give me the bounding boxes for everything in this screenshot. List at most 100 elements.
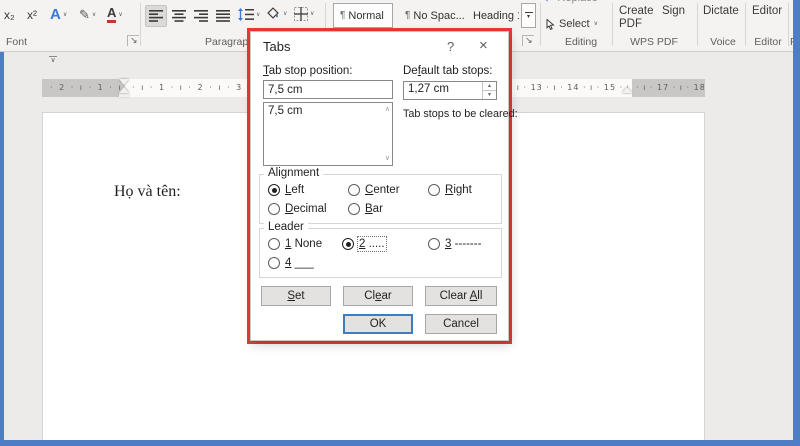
ok-button[interactable]: OK bbox=[343, 314, 413, 334]
align-right-button[interactable] bbox=[190, 5, 212, 27]
group-separator bbox=[745, 3, 746, 46]
ruler-ticks: · 2 · ı · 1 · ı bbox=[50, 83, 123, 92]
font-color-button[interactable]: A ∨ bbox=[107, 5, 123, 24]
align-center-icon bbox=[172, 10, 186, 22]
editor-button[interactable]: Editor bbox=[752, 5, 782, 18]
close-icon[interactable]: × bbox=[479, 37, 488, 54]
cancel-button[interactable]: Cancel bbox=[425, 314, 497, 334]
font-color-icon: A bbox=[107, 5, 117, 24]
spin-down-icon[interactable]: ▼ bbox=[483, 91, 496, 99]
chevron-down-icon: ∨ bbox=[283, 11, 288, 17]
text-effects-button[interactable]: A ∨ bbox=[50, 6, 67, 23]
clear-button[interactable]: Clear bbox=[343, 286, 413, 306]
scroll-down-icon[interactable]: ∨ bbox=[385, 155, 390, 162]
list-item[interactable]: 7,5 cm bbox=[264, 103, 392, 119]
help-icon[interactable]: ? bbox=[447, 39, 454, 54]
left-indent-marker[interactable] bbox=[119, 93, 129, 97]
first-line-indent-marker[interactable] bbox=[119, 79, 129, 85]
chevron-down-icon: ∨ bbox=[91, 12, 97, 18]
default-tab-stops-spinner[interactable]: 1,27 cm ▲ ▼ bbox=[403, 81, 497, 100]
align-left-icon bbox=[149, 10, 163, 22]
chevron-down-icon: ∨ bbox=[118, 11, 123, 18]
dialog-title: Tabs bbox=[263, 39, 291, 54]
style-heading-1[interactable]: Heading 1 bbox=[467, 3, 519, 28]
tab-stop-position-input[interactable] bbox=[263, 80, 393, 99]
borders-button[interactable]: ∨ bbox=[294, 7, 314, 21]
window-border-left bbox=[0, 52, 4, 446]
pilcrow-icon: ¶ bbox=[405, 10, 411, 21]
replace-icon: ⇄ bbox=[545, 0, 553, 4]
document-text: Họ và tên: bbox=[114, 183, 181, 200]
shading-button[interactable]: ∨ bbox=[266, 7, 287, 21]
select-button[interactable]: Select ∨ bbox=[546, 18, 598, 30]
chevron-down-icon: ∨ bbox=[593, 21, 598, 27]
group-separator bbox=[612, 3, 613, 46]
align-right-icon bbox=[194, 10, 208, 22]
radio-icon bbox=[268, 184, 280, 196]
group-separator bbox=[140, 3, 141, 46]
voice-group-label: Voice bbox=[710, 36, 736, 48]
subscript-button[interactable]: x₂ bbox=[4, 8, 15, 22]
radio-leader-none[interactable]: 1 None bbox=[268, 238, 322, 250]
text-effects-icon: A bbox=[50, 6, 61, 23]
tab-stop-list[interactable]: 7,5 cm ∧ ∨ bbox=[263, 102, 393, 166]
radio-leader-dashes[interactable]: 3 ------- bbox=[428, 238, 481, 250]
highlight-annotation: Tabs ? × Tab stop position: 7,5 cm ∧ ∨ D… bbox=[247, 28, 518, 344]
more-arrow-icon: ▾ bbox=[526, 13, 530, 20]
superscript-icon: x² bbox=[27, 8, 37, 22]
pilcrow-icon: ¶ bbox=[340, 10, 346, 21]
tab-stop-position-label: Tab stop position: bbox=[263, 65, 353, 77]
font-dialog-launcher-icon[interactable]: ↘ bbox=[127, 35, 139, 46]
replace-button[interactable]: ⇄ Replace bbox=[545, 0, 598, 4]
radio-icon bbox=[268, 238, 280, 250]
default-tab-stops-label: Default tab stops: bbox=[403, 65, 493, 77]
highlight-pen-icon: ✎ bbox=[79, 7, 90, 22]
radio-icon bbox=[348, 184, 360, 196]
radio-center[interactable]: Center bbox=[348, 184, 400, 196]
chevron-down-icon: ∨ bbox=[256, 11, 261, 18]
clear-all-button[interactable]: Clear All bbox=[425, 286, 497, 306]
radio-bar[interactable]: Bar bbox=[348, 203, 383, 215]
style-normal[interactable]: ¶ Normal bbox=[333, 3, 393, 28]
editor-group-label: Editor bbox=[754, 36, 782, 48]
window-border-right bbox=[793, 0, 800, 446]
right-indent-marker[interactable] bbox=[622, 87, 632, 93]
radio-decimal[interactable]: Decimal bbox=[268, 203, 327, 215]
spin-up-icon[interactable]: ▲ bbox=[483, 82, 496, 91]
styles-dialog-launcher-icon[interactable]: ↘ bbox=[522, 35, 534, 46]
sign-button[interactable]: Sign bbox=[662, 5, 685, 18]
line-spacing-button[interactable]: ∨ bbox=[238, 8, 260, 21]
radio-icon bbox=[342, 238, 354, 250]
group-separator bbox=[697, 3, 698, 46]
ruler-ticks: · ı · 1 · ı · 2 · ı · 3 · bbox=[132, 83, 248, 92]
style-no-spacing[interactable]: ¶ No Spac... bbox=[399, 3, 465, 28]
tab-stops-cleared-label: Tab stops to be cleared: bbox=[403, 108, 518, 120]
collapse-ribbon-button[interactable]: ∨ bbox=[46, 56, 60, 69]
borders-grid-icon bbox=[294, 7, 308, 21]
wps-pdf-group-label: WPS PDF bbox=[630, 36, 678, 48]
shading-bucket-icon bbox=[267, 7, 279, 19]
group-separator bbox=[540, 3, 541, 46]
superscript-button[interactable]: x² bbox=[27, 8, 37, 22]
radio-right[interactable]: Right bbox=[428, 184, 472, 196]
more-bar-icon bbox=[524, 11, 533, 13]
scroll-up-icon[interactable]: ∧ bbox=[385, 106, 390, 113]
set-button[interactable]: Set bbox=[261, 286, 331, 306]
dictate-button[interactable]: Dictate bbox=[703, 5, 739, 18]
radio-leader-underline[interactable]: 4 ___ bbox=[268, 257, 314, 269]
radio-icon bbox=[268, 203, 280, 215]
font-group-label: Font bbox=[6, 36, 28, 48]
justify-button[interactable] bbox=[212, 5, 234, 27]
ruler-ticks: 2 · ı · 13 · ı · 14 · ı · 15 · ı · bbox=[500, 83, 628, 92]
radio-icon bbox=[428, 184, 440, 196]
radio-leader-dots[interactable]: 2 ..... bbox=[342, 236, 387, 252]
radio-icon bbox=[348, 203, 360, 215]
styles-more-button[interactable]: ▾ bbox=[521, 3, 536, 28]
create-pdf-button[interactable]: Create PDF bbox=[619, 5, 654, 31]
align-left-button[interactable] bbox=[145, 5, 167, 27]
collapse-chevron-icon: ∨ bbox=[50, 57, 56, 64]
highlight-button[interactable]: ✎ ∨ bbox=[79, 7, 96, 23]
align-center-button[interactable] bbox=[168, 5, 190, 27]
hanging-indent-marker[interactable] bbox=[119, 87, 129, 97]
radio-left[interactable]: Left bbox=[268, 184, 304, 196]
